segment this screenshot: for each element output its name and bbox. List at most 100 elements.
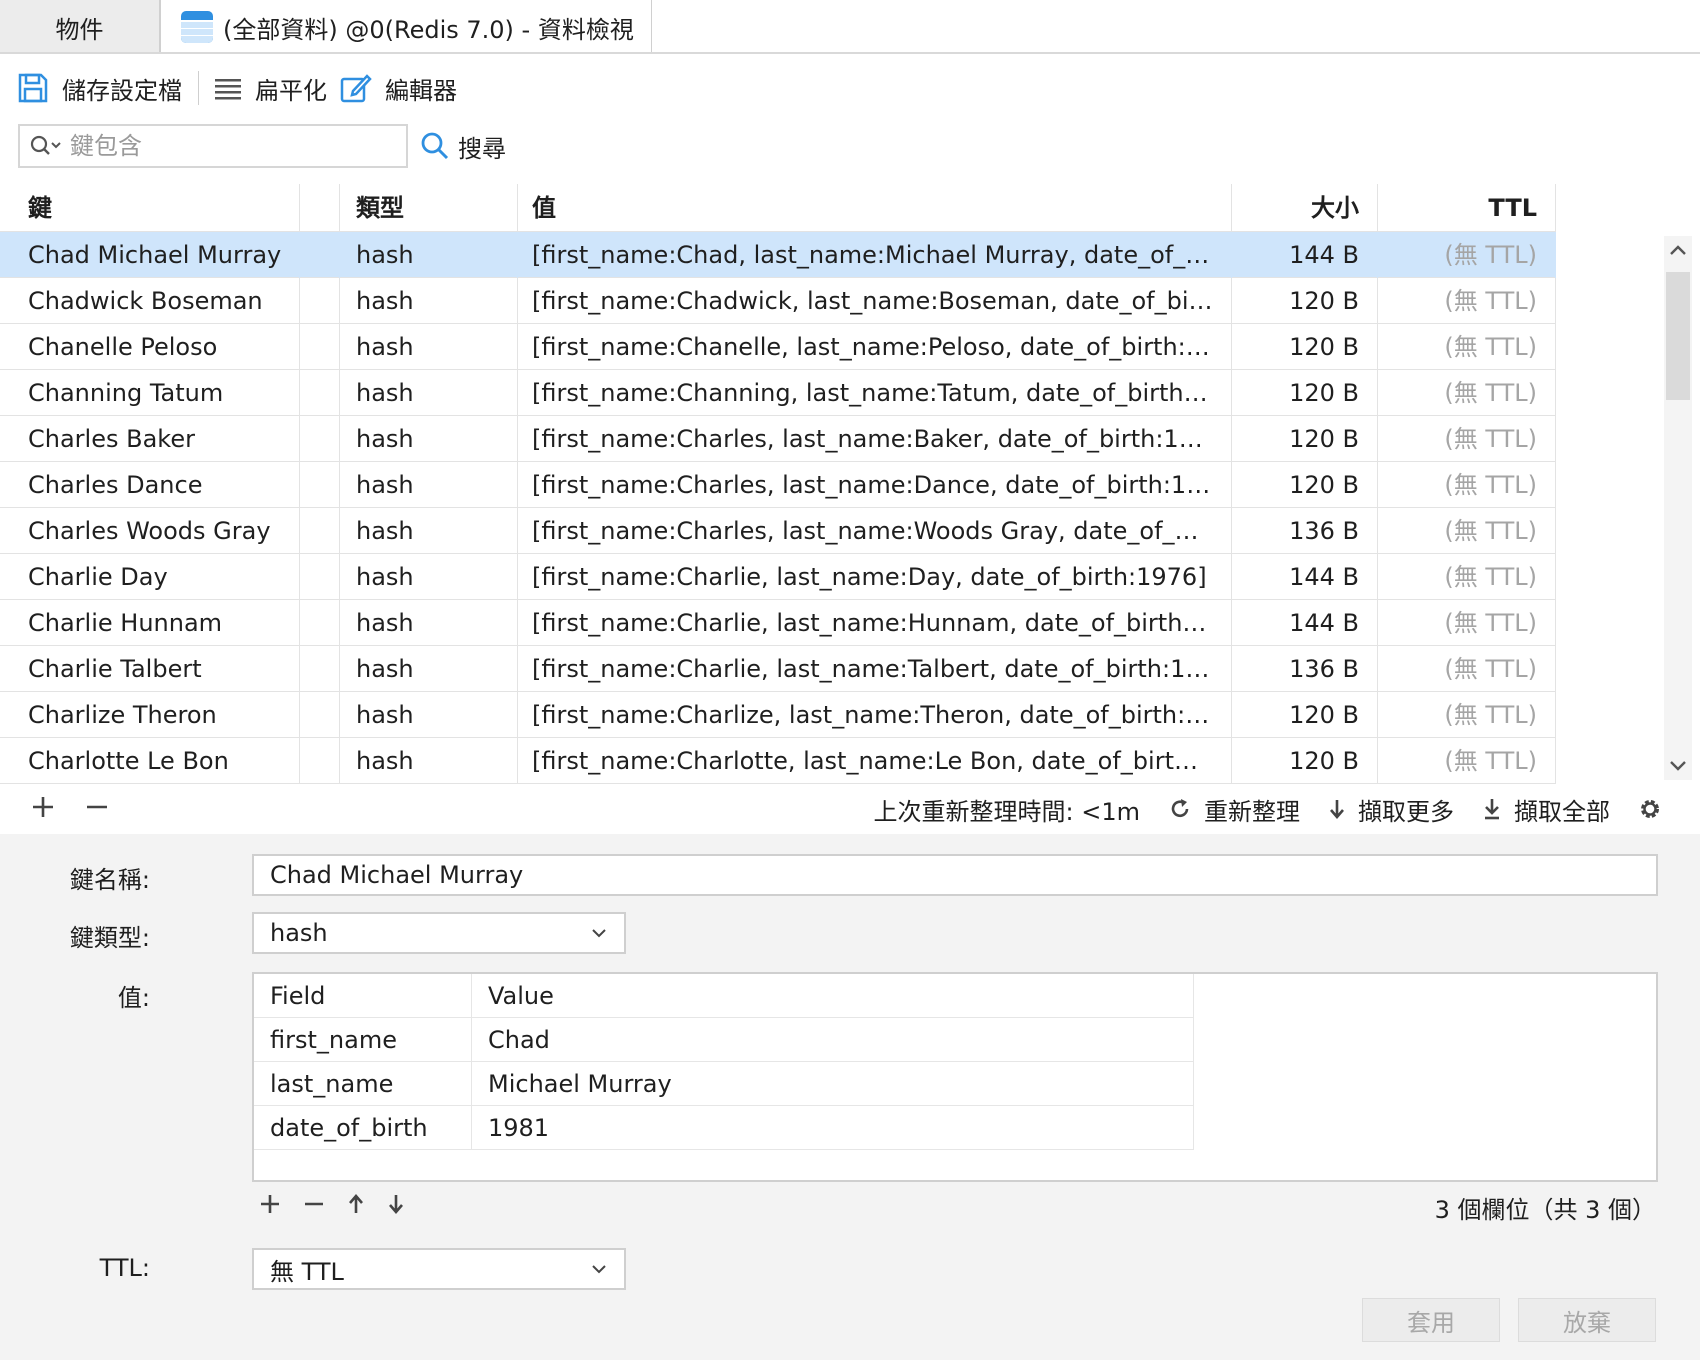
grid-row[interactable]: date_of_birth 1981	[254, 1106, 1194, 1150]
key-cell: Charlize Theron	[0, 692, 300, 738]
type-cell: hash	[340, 738, 518, 784]
remove-key-icon[interactable]	[84, 794, 110, 820]
ttl-label: TTL:	[99, 1254, 150, 1282]
table-row[interactable]: Chad Michael Murray hash [first_name:Chad,…	[0, 232, 1556, 278]
table-row[interactable]: Chanelle Peloso hash [first_name:Chanelle,…	[0, 324, 1556, 370]
chevron-down-icon	[592, 929, 606, 938]
key-type-select[interactable]: hash	[252, 912, 626, 954]
value-cell: [first_name:Charlie, last_name:Hunnam, d…	[518, 600, 1232, 646]
save-profile-button[interactable]: 儲存設定檔	[16, 66, 182, 110]
table-row[interactable]: Charlotte Le Bon hash [first_name:Charlott…	[0, 738, 1556, 784]
type-cell: hash	[340, 416, 518, 462]
grid-row[interactable]: last_name Michael Murray	[254, 1062, 1194, 1106]
key-cell: Charlie Day	[0, 554, 300, 600]
search-input[interactable]	[70, 132, 390, 160]
blank-cell	[300, 692, 340, 738]
grid-field-cell[interactable]: last_name	[254, 1062, 472, 1106]
move-down-icon[interactable]	[386, 1192, 406, 1216]
search-filter-icon	[30, 135, 61, 155]
column-header-blank	[300, 184, 340, 232]
editor-button[interactable]: 編輯器	[339, 66, 457, 110]
key-type-value: hash	[270, 919, 328, 947]
column-header-type[interactable]: 類型	[340, 184, 518, 232]
settings-button[interactable]	[1638, 797, 1674, 821]
table-row[interactable]: Charles Baker hash [first_name:Charles, la…	[0, 416, 1556, 462]
column-header-key[interactable]: 鍵	[0, 184, 300, 232]
blank-cell	[300, 738, 340, 784]
key-cell: Chanelle Peloso	[0, 324, 300, 370]
table-row[interactable]: Charlie Talbert hash [first_name:Charlie, …	[0, 646, 1556, 692]
grid-header-field[interactable]: Field	[254, 974, 472, 1018]
value-cell: [first_name:Charles, last_name:Woods Gra…	[518, 508, 1232, 554]
table-row[interactable]: Charles Woods Gray hash [first_name:Charle…	[0, 508, 1556, 554]
table-row[interactable]: Charles Dance hash [first_name:Charles, la…	[0, 462, 1556, 508]
list-icon	[215, 79, 241, 100]
grid-header: Field Value	[254, 974, 1194, 1018]
blank-cell	[300, 508, 340, 554]
scroll-down-arrow[interactable]	[1664, 752, 1692, 780]
column-header-ttl[interactable]: TTL	[1378, 184, 1556, 232]
discard-button[interactable]: 放棄	[1518, 1298, 1656, 1342]
table-row[interactable]: Charlie Day hash [first_name:Charlie, last…	[0, 554, 1556, 600]
search-button[interactable]: 搜尋	[420, 124, 506, 168]
refresh-button[interactable]: 重新整理	[1168, 792, 1300, 827]
table-row[interactable]: Channing Tatum hash [first_name:Channing, …	[0, 370, 1556, 416]
flatten-label: 扁平化	[255, 76, 327, 105]
grid-header-value[interactable]: Value	[472, 974, 1194, 1018]
grid-field-cell[interactable]: date_of_birth	[254, 1106, 472, 1150]
last-refresh-text: 上次重新整理時間: <1m	[873, 797, 1140, 826]
tab-objects-label: 物件	[55, 15, 104, 44]
tab-objects[interactable]: 物件	[0, 0, 160, 54]
value-cell: [first_name:Charlotte, last_name:Le Bon,…	[518, 738, 1232, 784]
add-field-icon[interactable]	[258, 1192, 282, 1216]
type-cell: hash	[340, 600, 518, 646]
table-row[interactable]: Charlize Theron hash [first_name:Charlize,…	[0, 692, 1556, 738]
key-cell: Charles Dance	[0, 462, 300, 508]
ttl-cell: (無 TTL)	[1378, 370, 1556, 416]
column-header-value[interactable]: 值	[518, 184, 1232, 232]
toolbar-separator	[198, 71, 199, 105]
type-cell: hash	[340, 508, 518, 554]
ttl-cell: (無 TTL)	[1378, 416, 1556, 462]
type-cell: hash	[340, 462, 518, 508]
value-cell: [first_name:Chad, last_name:Michael Murr…	[518, 232, 1232, 278]
key-table: 鍵 類型 值 大小 TTL Chad Michael Murray hash [fi…	[0, 184, 1556, 784]
tab-data-view[interactable]: (全部資料) @0(Redis 7.0) - 資料檢視	[160, 0, 652, 54]
tab-data-view-label: (全部資料) @0(Redis 7.0) - 資料檢視	[223, 15, 634, 44]
scrollbar-thumb[interactable]	[1666, 272, 1690, 400]
ttl-cell: (無 TTL)	[1378, 324, 1556, 370]
tab-bar: 物件 (全部資料) @0(Redis 7.0) - 資料檢視	[0, 0, 1700, 54]
table-row[interactable]: Charlie Hunnam hash [first_name:Charlie, l…	[0, 600, 1556, 646]
type-cell: hash	[340, 324, 518, 370]
grid-value-cell[interactable]: Michael Murray	[472, 1062, 1194, 1106]
apply-button[interactable]: 套用	[1362, 1298, 1500, 1342]
search-field[interactable]	[18, 124, 408, 168]
grid-value-cell[interactable]: Chad	[472, 1018, 1194, 1062]
ttl-select[interactable]: 無 TTL	[252, 1248, 626, 1290]
remove-field-icon[interactable]	[302, 1192, 326, 1216]
table-row[interactable]: Chadwick Boseman hash [first_name:Chadwick…	[0, 278, 1556, 324]
add-key-icon[interactable]	[30, 794, 56, 820]
scroll-up-arrow[interactable]	[1664, 236, 1692, 264]
blank-cell	[300, 278, 340, 324]
type-cell: hash	[340, 554, 518, 600]
table-header: 鍵 類型 值 大小 TTL	[0, 184, 1556, 232]
ttl-cell: (無 TTL)	[1378, 232, 1556, 278]
discard-label: 放棄	[1563, 1308, 1611, 1337]
blank-cell	[300, 554, 340, 600]
fetch-all-button[interactable]: 擷取全部	[1482, 792, 1610, 827]
flatten-button[interactable]: 扁平化	[213, 66, 327, 110]
table-footer: 上次重新整理時間: <1m 重新整理 擷取更多 擷取全部	[0, 784, 1700, 834]
fetch-more-button[interactable]: 擷取更多	[1328, 792, 1454, 827]
key-name-field[interactable]: Chad Michael Murray	[252, 854, 1658, 896]
column-header-size[interactable]: 大小	[1232, 184, 1378, 232]
value-cell: [first_name:Charles, last_name:Dance, da…	[518, 462, 1232, 508]
move-up-icon[interactable]	[346, 1192, 366, 1216]
refresh-label: 重新整理	[1204, 797, 1300, 826]
grid-field-cell[interactable]: first_name	[254, 1018, 472, 1062]
save-icon	[18, 73, 48, 103]
grid-value-cell[interactable]: 1981	[472, 1106, 1194, 1150]
grid-row[interactable]: first_name Chad	[254, 1018, 1194, 1062]
key-cell: Charlie Hunnam	[0, 600, 300, 646]
vertical-scrollbar[interactable]	[1664, 236, 1692, 780]
